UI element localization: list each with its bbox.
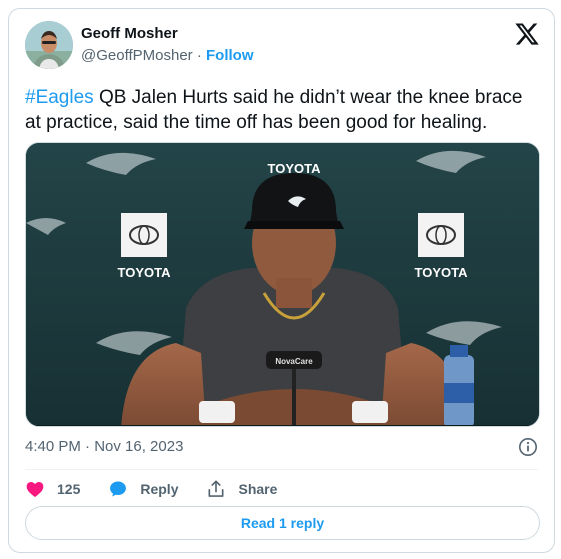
handle-separator: · — [196, 47, 207, 64]
info-icon[interactable] — [518, 437, 538, 457]
sponsor-text-left: TOYOTA — [118, 265, 172, 280]
reply-label: Reply — [140, 481, 179, 497]
share-label: Share — [238, 481, 278, 497]
author-handle-row: @GeoffPMosher · Follow — [81, 47, 254, 64]
hashtag-link[interactable]: #Eagles — [25, 87, 94, 108]
share-button[interactable]: Share — [206, 479, 277, 499]
x-logo-icon[interactable] — [514, 21, 540, 47]
like-count: 125 — [57, 481, 81, 497]
avatar[interactable] — [25, 21, 73, 69]
action-bar: 125 Reply Share — [25, 477, 305, 501]
author-name[interactable]: Geoff Mosher — [81, 25, 178, 42]
follow-button[interactable]: Follow — [206, 47, 254, 64]
sponsor-text-right: TOYOTA — [415, 265, 469, 280]
divider — [25, 469, 538, 470]
tweet-text: #Eagles QB Jalen Hurts said he didn’t we… — [25, 85, 540, 135]
tweet-body: QB Jalen Hurts said he didn’t wear the k… — [25, 87, 523, 133]
sponsor-board-left: TOYOTA — [118, 213, 172, 280]
share-icon — [208, 480, 224, 497]
tweet-card: Geoff Mosher @GeoffPMosher · Follow #Eag… — [8, 8, 555, 553]
heart-icon — [26, 482, 44, 497]
read-replies-button[interactable]: Read 1 reply — [25, 506, 540, 540]
tweet-media-image[interactable]: TOYOTA TOYOTA TOYOTA NovaCare — [25, 142, 540, 427]
avatar-image — [25, 21, 73, 69]
author-handle[interactable]: @GeoffPMosher — [81, 47, 193, 64]
sponsor-board-right: TOYOTA — [415, 213, 469, 280]
like-button[interactable]: 125 — [25, 479, 80, 499]
mic-sponsor-text: NovaCare — [275, 357, 313, 366]
press-conference-photo: TOYOTA TOYOTA TOYOTA NovaCare — [26, 143, 539, 426]
tweet-timestamp[interactable]: 4:40 PM · Nov 16, 2023 — [25, 438, 183, 455]
reply-button[interactable]: Reply — [108, 479, 178, 499]
reply-bubble-icon — [110, 481, 127, 497]
